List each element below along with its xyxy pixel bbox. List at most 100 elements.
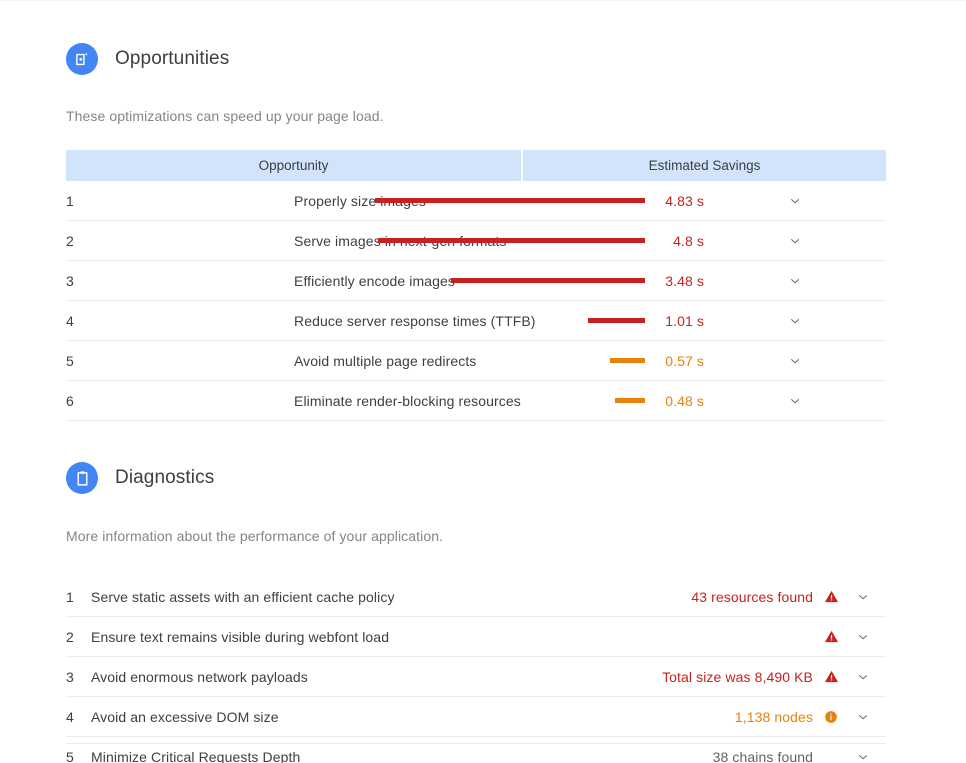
table-row[interactable]: 3 Avoid enormous network payloads Total si… [66,657,886,697]
row-index: 1 [66,588,74,605]
table-row[interactable]: 1 Serve static assets with an efficient c… [66,577,886,617]
chevron-down-icon[interactable] [851,705,875,729]
savings-bar-fill [609,358,645,363]
diagnostic-value-cell: 1,138 nodes [466,697,841,737]
expand-row-button[interactable] [704,181,886,221]
no-status-icon [822,748,840,763]
savings-value: 4.83 s [665,192,704,209]
warning-triangle-icon [822,588,840,606]
row-index: 6 [66,392,74,409]
row-index: 1 [66,192,74,209]
opportunities-table: Opportunity Estimated Savings 1 Properly … [66,150,886,421]
warning-triangle-icon [822,628,840,646]
savings-value: 3.48 s [665,272,704,289]
bottom-divider [66,743,886,744]
chevron-down-icon[interactable] [783,389,807,413]
chevron-down-icon[interactable] [851,625,875,649]
report-content: Opportunities These optimizations can sp… [66,1,886,763]
diagnostics-table-body: 1 Serve static assets with an efficient c… [66,577,886,763]
chevron-down-icon[interactable] [851,665,875,689]
row-index: 4 [66,312,74,329]
opportunities-table-head: Opportunity Estimated Savings [66,150,886,181]
estimated-savings-cell: 4.8 s [377,221,704,261]
diagnostic-title: Ensure text remains visible during webfo… [91,628,390,645]
estimated-savings-cell: 0.48 s [522,381,704,421]
lighthouse-report-page: Opportunities These optimizations can sp… [0,0,966,763]
expand-row-button[interactable] [704,221,886,261]
chevron-down-icon[interactable] [851,745,875,763]
diagnostics-section-header: Diagnostics [66,462,886,494]
chevron-down-icon[interactable] [783,349,807,373]
expand-row-button[interactable] [840,737,886,763]
savings-bar-fill [588,318,645,323]
diagnostic-title: Serve static assets with an efficient ca… [91,588,395,605]
clipboard-icon [66,462,98,494]
chevron-down-icon[interactable] [783,309,807,333]
opportunities-title: Opportunities [115,48,230,69]
table-row[interactable]: 4 Reduce server response times (TTFB) 1.01… [66,301,886,341]
opportunities-header-row: Opportunity Estimated Savings [66,150,886,181]
savings-value: 0.57 s [665,352,704,369]
diagnostics-title: Diagnostics [115,467,215,488]
savings-bar-track [375,358,645,363]
savings-bar-track [375,238,645,243]
savings-bar-track [375,198,645,203]
row-index: 4 [66,708,74,725]
table-row[interactable]: 2Serve images in next-gen formats4.8 s [66,221,886,261]
diagnostic-value-cell [466,617,841,657]
row-index: 5 [66,748,74,763]
warning-triangle-icon [822,668,840,686]
savings-bar-fill [450,278,645,283]
expand-row-button[interactable] [704,261,886,301]
chevron-down-icon[interactable] [783,269,807,293]
diagnostic-title: Avoid enormous network payloads [91,668,308,685]
table-row[interactable]: 4 Avoid an excessive DOM size 1,138 nodes [66,697,886,737]
savings-bar-fill [377,238,645,243]
estimated-savings-cell: 4.83 s [375,181,704,221]
table-row[interactable]: 3 Efficiently encode images 3.48 s [66,261,886,301]
savings-bar-track [375,278,645,283]
diagnostic-value: 38 chains found [712,748,813,763]
savings-value: 4.8 s [673,232,704,249]
diagnostic-title: Avoid an excessive DOM size [91,708,279,725]
expand-row-button[interactable] [704,341,886,381]
estimated-savings-cell: 0.57 s [522,341,704,381]
info-circle-icon [822,708,840,726]
diagnostics-table: 1 Serve static assets with an efficient c… [66,577,886,763]
expand-row-button[interactable] [840,617,886,657]
chevron-down-icon[interactable] [851,585,875,609]
expand-row-button[interactable] [840,697,886,737]
row-index: 2 [66,628,74,645]
chevron-down-icon[interactable] [783,189,807,213]
diagnostics-description: More information about the performance o… [66,528,444,544]
savings-value: 1.01 s [665,312,704,329]
opportunities-table-body: 1 Properly size images 4.83 s 2 Serve images… [66,181,886,421]
savings-bar-fill [615,398,645,403]
expand-row-button[interactable] [840,657,886,697]
image-add-icon [66,43,98,75]
row-index: 5 [66,352,74,369]
diagnostic-title: Minimize Critical Requests Depth [91,748,301,763]
chevron-down-icon[interactable] [783,229,807,253]
expand-row-button[interactable] [704,381,886,421]
expand-row-button[interactable] [840,577,886,617]
row-index: 2 [66,232,74,249]
row-index: 3 [66,668,74,685]
savings-bar-track [375,398,645,403]
diagnostic-value: Total size was 8,490 KB [662,668,813,685]
opportunities-section-header: Opportunities [66,43,886,75]
estimated-savings-cell: 1.01 s [522,301,704,341]
diagnostic-value-cell: 38 chains found [466,737,841,763]
table-row[interactable]: 6 Eliminate render-blocking resources 0.48… [66,381,886,421]
table-row[interactable]: 2 Ensure text remains visible during webf… [66,617,886,657]
table-row[interactable]: 1 Properly size images 4.83 s [66,181,886,221]
diagnostic-value-cell: 43 resources found [466,577,841,617]
diagnostic-value-cell: Total size was 8,490 KB [466,657,841,697]
row-index: 3 [66,272,74,289]
table-row[interactable]: 5 Avoid multiple page redirects 0.57 s [66,341,886,381]
diagnostic-value: 1,138 nodes [734,708,813,725]
table-row[interactable]: 5 Minimize Critical Requests Depth 38 chai… [66,737,886,763]
expand-row-button[interactable] [704,301,886,341]
savings-bar-fill [375,198,645,203]
savings-value: 0.48 s [665,392,704,409]
